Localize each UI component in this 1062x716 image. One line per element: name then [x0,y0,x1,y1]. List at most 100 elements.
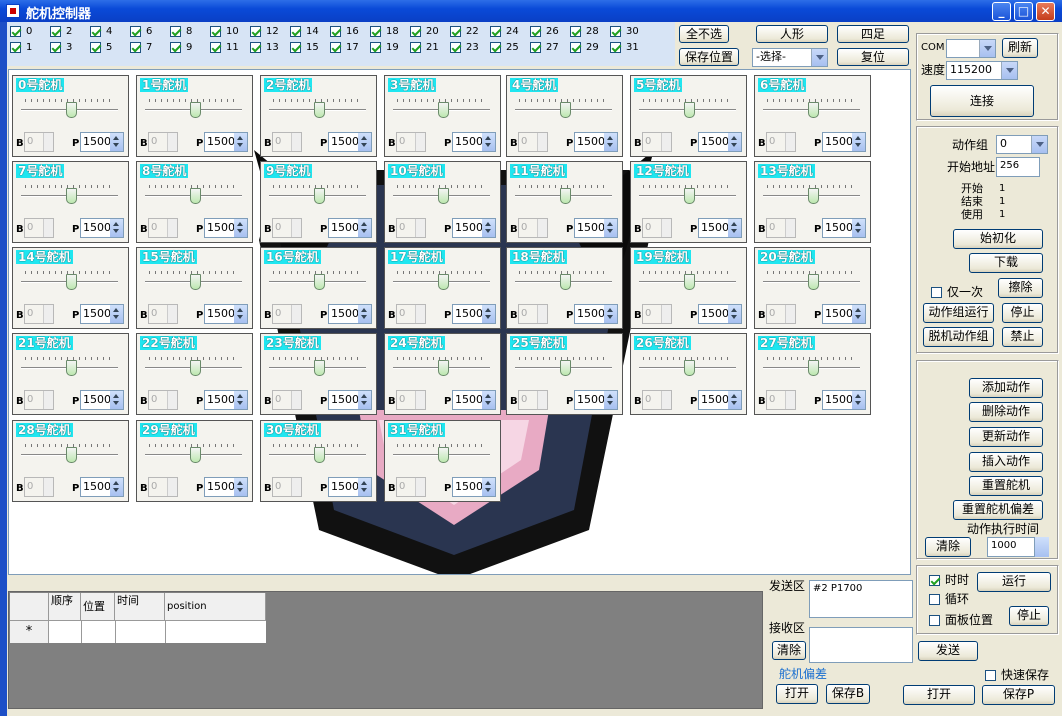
pulse-spinner[interactable] [604,391,617,409]
slider-thumb[interactable] [438,360,449,376]
action-group-select[interactable]: 0 [996,135,1048,154]
download-button[interactable]: 下载 [969,253,1043,273]
initialize-button[interactable]: 始初化 [953,229,1043,249]
column-header-position[interactable]: 位置 [81,593,115,621]
add-action-button[interactable]: 添加动作 [969,378,1043,398]
column-header-time[interactable]: 时间 [115,593,165,621]
channel-checkbox[interactable]: 8 [170,25,210,39]
channel-checkbox[interactable]: 11 [210,41,250,55]
panel-position-checkbox[interactable] [929,615,940,626]
checkbox-box[interactable] [130,42,141,53]
slider-thumb[interactable] [190,274,201,290]
checkbox-box[interactable] [410,26,421,37]
pulse-spinner[interactable] [852,133,865,151]
slider-thumb[interactable] [314,360,325,376]
pulse-spinner[interactable] [358,219,371,237]
clear-button[interactable]: 清除 [925,537,971,557]
pulse-spinner[interactable] [234,391,247,409]
spin-down-icon[interactable] [855,143,861,150]
slider-thumb[interactable] [438,274,449,290]
checkbox-box[interactable] [50,26,61,37]
checkbox-box[interactable] [530,26,541,37]
spin-up-icon[interactable] [607,391,613,398]
spin-down-icon[interactable] [607,143,613,150]
slider-thumb[interactable] [684,360,695,376]
spin-up-icon[interactable] [731,133,737,140]
channel-checkbox[interactable]: 15 [290,41,330,55]
spin-down-icon[interactable] [237,401,243,408]
channel-checkbox[interactable]: 23 [450,41,490,55]
spin-down-icon[interactable] [361,488,367,495]
spin-up-icon[interactable] [731,219,737,226]
erase-button[interactable]: 擦除 [998,278,1043,298]
slider-thumb[interactable] [438,447,449,463]
spin-up-icon[interactable] [607,305,613,312]
refresh-button[interactable]: 刷新 [1002,38,1038,58]
table-row[interactable]: * [10,621,266,643]
pulse-spinner[interactable] [358,478,371,496]
spin-up-icon[interactable] [855,391,861,398]
spin-down-icon[interactable] [607,229,613,236]
channel-checkbox[interactable]: 9 [170,41,210,55]
channel-checkbox[interactable]: 26 [530,25,570,39]
channel-checkbox[interactable]: 21 [410,41,450,55]
channel-checkbox[interactable]: 31 [610,41,650,55]
baud-rate-select[interactable]: 115200 [946,61,1018,80]
checkbox-box[interactable] [610,42,621,53]
spin-up-icon[interactable] [237,305,243,312]
spin-up-icon[interactable] [485,219,491,226]
channel-checkbox[interactable]: 2 [50,25,90,39]
stop-action-group-button[interactable]: 停止 [1002,303,1043,323]
run-button[interactable]: 运行 [977,572,1051,592]
channel-checkbox[interactable]: 24 [490,25,530,39]
checkbox-box[interactable] [90,42,101,53]
checkbox-box[interactable] [250,26,261,37]
spin-down-icon[interactable] [237,143,243,150]
pulse-spinner[interactable] [604,219,617,237]
action-table[interactable]: 顺序 位置 时间 position * [8,591,763,709]
pulse-spinner[interactable] [110,391,123,409]
exec-time-input[interactable]: 1000 [987,537,1035,557]
spin-up-icon[interactable] [113,305,119,312]
spin-up-icon[interactable] [113,478,119,485]
slider-thumb[interactable] [560,102,571,118]
pulse-spinner[interactable] [728,391,741,409]
pulse-spinner[interactable] [482,219,495,237]
start-address-input[interactable]: 256 [996,157,1040,177]
channel-checkbox[interactable]: 18 [370,25,410,39]
run-stop-button[interactable]: 停止 [1009,606,1049,626]
channel-checkbox[interactable]: 27 [530,41,570,55]
spin-up-icon[interactable] [731,391,737,398]
spin-up-icon[interactable] [855,305,861,312]
close-button[interactable]: ✕ [1036,2,1055,21]
spin-up-icon[interactable] [731,305,737,312]
channel-checkbox[interactable]: 4 [90,25,130,39]
channel-checkbox[interactable]: 28 [570,25,610,39]
slider-thumb[interactable] [684,102,695,118]
channel-checkbox[interactable]: 14 [290,25,330,39]
channel-checkbox[interactable]: 7 [130,41,170,55]
checkbox-box[interactable] [90,26,101,37]
spin-down-icon[interactable] [731,315,737,322]
chevron-down-icon[interactable] [1001,62,1017,79]
checkbox-box[interactable] [10,42,21,53]
spin-down-icon[interactable] [113,315,119,322]
pulse-spinner[interactable] [234,478,247,496]
deselect-all-button[interactable]: 全不选 [679,25,729,43]
pulse-spinner[interactable] [110,219,123,237]
spin-down-icon[interactable] [731,229,737,236]
chevron-down-icon[interactable] [1031,136,1047,153]
reset-button[interactable]: 复位 [837,48,909,66]
spin-down-icon[interactable] [361,401,367,408]
spin-up-icon[interactable] [237,478,243,485]
spin-down-icon[interactable] [485,401,491,408]
checkbox-box[interactable] [210,26,221,37]
checkbox-box[interactable] [50,42,61,53]
pulse-spinner[interactable] [110,305,123,323]
checkbox-box[interactable] [290,42,301,53]
checkbox-box[interactable] [130,26,141,37]
spin-up-icon[interactable] [485,478,491,485]
send-area-input[interactable]: #2 P1700 [809,580,913,618]
pulse-spinner[interactable] [604,133,617,151]
slider-thumb[interactable] [560,360,571,376]
